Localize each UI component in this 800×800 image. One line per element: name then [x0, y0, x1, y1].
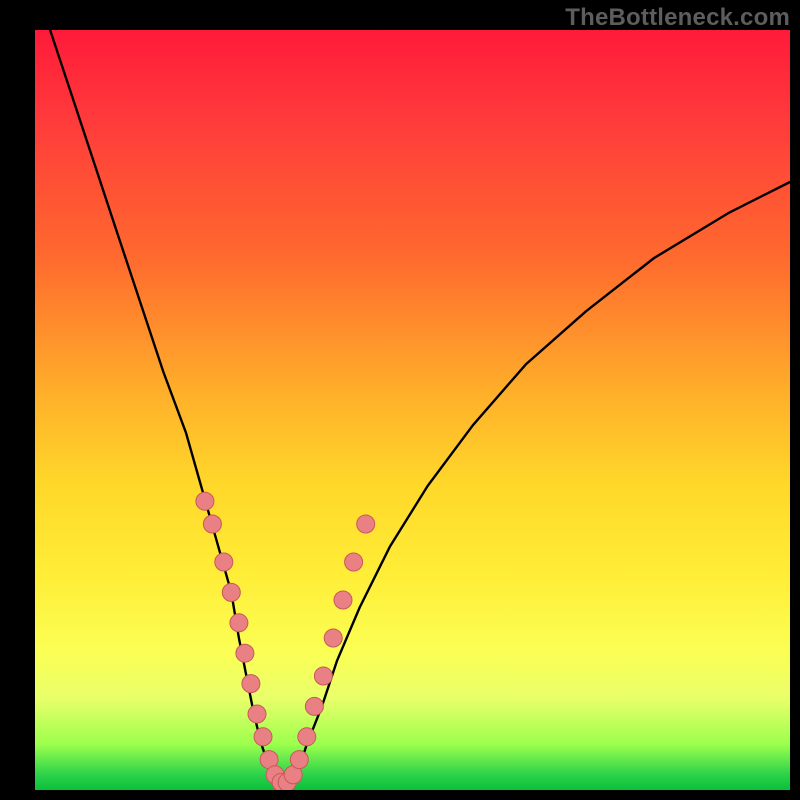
marker-dot — [196, 492, 214, 510]
chart-frame: TheBottleneck.com — [0, 0, 800, 800]
marker-dot — [248, 705, 266, 723]
chart-svg — [35, 30, 790, 790]
marker-dot — [324, 629, 342, 647]
marker-dot — [242, 675, 260, 693]
marker-dot — [305, 697, 323, 715]
marker-dot — [290, 751, 308, 769]
marker-dot — [334, 591, 352, 609]
plot-area — [35, 30, 790, 790]
marker-dot — [254, 728, 272, 746]
marker-dot — [345, 553, 363, 571]
marker-dot — [236, 644, 254, 662]
marker-dot — [230, 614, 248, 632]
bottleneck-curve — [50, 30, 790, 790]
marker-dot — [215, 553, 233, 571]
marker-dot — [314, 667, 332, 685]
marker-dot — [222, 583, 240, 601]
marker-dot — [298, 728, 316, 746]
marker-dot — [203, 515, 221, 533]
marker-dot — [357, 515, 375, 533]
marker-dots — [196, 492, 375, 790]
watermark-text: TheBottleneck.com — [565, 4, 790, 32]
